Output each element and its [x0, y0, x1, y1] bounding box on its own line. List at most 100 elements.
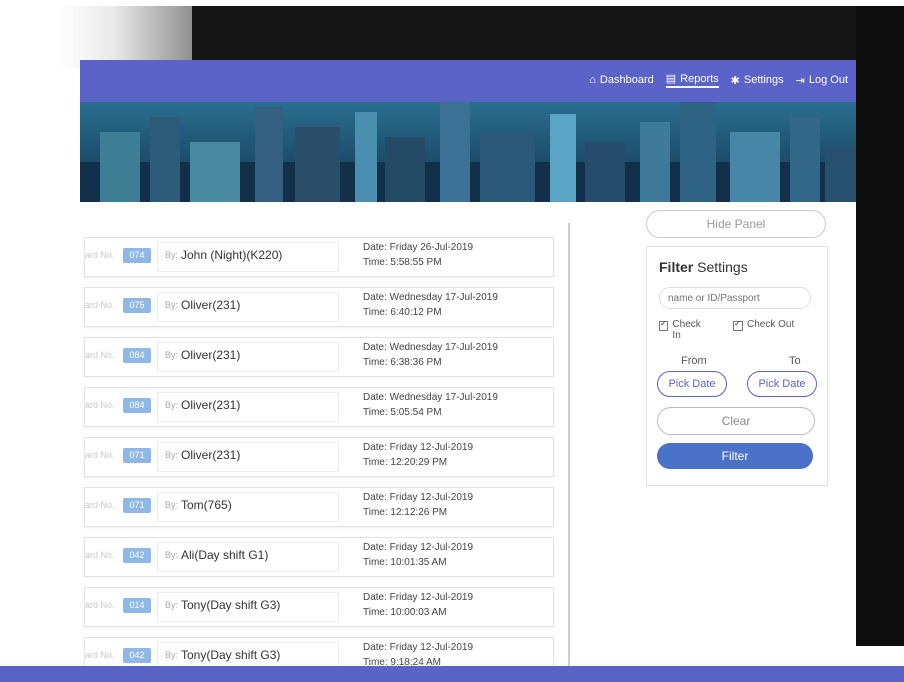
check-out-box [733, 319, 743, 331]
records-list: ard No. 074 By: John (Night)(K220) Date: Fri… [80, 235, 560, 666]
filter-panel: Filter Settings Check In Check Out From … [646, 246, 828, 486]
record-row[interactable]: ard No. 084 By: Oliver(231) Date: Wednesday … [84, 337, 554, 377]
record-row[interactable]: ard No. 071 By: Oliver(231) Date: Friday 12-… [84, 437, 554, 477]
record-row[interactable]: ard No. 042 By: Tony(Day shift G3) Date: Fri… [84, 637, 554, 666]
device-bezel-right [856, 6, 904, 646]
record-by: Oliver(231) [181, 298, 241, 312]
record-by-label: By: [165, 500, 179, 510]
record-date: Date: Friday 12-Jul-2019 [363, 492, 474, 503]
nav-reports-label: Reports [680, 72, 719, 85]
record-no-label: ard No. [85, 450, 115, 460]
record-badge: 071 [123, 448, 151, 463]
file-icon: ▤ [665, 73, 677, 85]
top-navbar: ⌂ Dashboard ▤ Reports ✱ Settings ⇥ Log O… [80, 60, 856, 102]
record-date: Date: Friday 12-Jul-2019 [363, 592, 474, 603]
record-date: Date: Friday 26-Jul-2019 [363, 242, 474, 253]
record-date: Date: Wednesday 17-Jul-2019 [363, 392, 498, 403]
record-row[interactable]: ard No. 014 By: Tony(Day shift G3) Date: Fri… [84, 587, 554, 627]
record-no-label: ard No. [85, 600, 115, 610]
check-out-label: Check Out [747, 319, 795, 330]
device-bezel-top [192, 6, 904, 68]
record-by-label: By: [165, 350, 179, 360]
clear-button[interactable]: Clear [657, 407, 815, 435]
record-row[interactable]: ard No. 071 By: Tom(765) Date: Friday 12-Jul… [84, 487, 554, 527]
record-no-label: ard No. [85, 250, 115, 260]
bezel-glare [58, 6, 198, 68]
record-by-label: By: [165, 550, 179, 560]
record-time: Time: 5:58:55 PM [363, 257, 442, 268]
nav-links: ⌂ Dashboard ▤ Reports ✱ Settings ⇥ Log O… [589, 72, 848, 88]
logout-icon: ⇥ [795, 74, 805, 87]
record-time: Time: 9:18:24 AM [363, 657, 441, 666]
record-time: Time: 5:05:54 PM [363, 407, 442, 418]
record-no-label: ard No. [85, 550, 115, 560]
to-label: To [789, 355, 801, 367]
record-date: Date: Friday 12-Jul-2019 [363, 642, 474, 653]
record-badge: 084 [123, 348, 151, 363]
record-by: Oliver(231) [181, 348, 241, 362]
record-badge: 042 [123, 548, 151, 563]
filter-title-bold: Filter [659, 259, 694, 275]
bottom-bar [0, 666, 904, 682]
nav-logout[interactable]: ⇥ Log Out [796, 72, 848, 88]
record-by: Ali(Day shift G1) [181, 548, 269, 562]
record-by-label: By: [165, 400, 179, 410]
record-time: Time: 12:20:29 PM [363, 457, 448, 468]
nav-reports[interactable]: ▤ Reports [665, 72, 719, 88]
record-badge: 042 [123, 648, 151, 663]
record-by-label: By: [165, 250, 179, 260]
filter-title-rest: Settings [697, 259, 748, 275]
record-time: Time: 12:12:26 PM [363, 507, 448, 518]
record-by-label: By: [165, 450, 179, 460]
record-time: Time: 10:01:35 AM [363, 557, 447, 568]
record-no-label: ard No. [85, 500, 115, 510]
gear-icon: ✱ [730, 74, 740, 87]
record-badge: 014 [123, 598, 151, 613]
record-badge: 075 [123, 298, 151, 313]
nav-logout-label: Log Out [808, 74, 848, 86]
pick-from-date-button[interactable]: Pick Date [657, 371, 727, 397]
home-icon: ⌂ [589, 74, 596, 86]
record-date: Date: Friday 12-Jul-2019 [363, 442, 474, 453]
city-skyline-image [80, 102, 856, 202]
record-date: Date: Friday 12-Jul-2019 [363, 542, 474, 553]
check-out-checkbox[interactable]: Check Out [733, 319, 794, 331]
nav-dashboard[interactable]: ⌂ Dashboard [589, 72, 653, 88]
record-by: Tom(765) [181, 498, 232, 512]
nav-dashboard-label: Dashboard [599, 74, 654, 86]
device-frame: ⌂ Dashboard ▤ Reports ✱ Settings ⇥ Log O… [0, 0, 904, 682]
record-date: Date: Wednesday 17-Jul-2019 [363, 292, 498, 303]
pick-to-date-button[interactable]: Pick Date [747, 371, 817, 397]
record-row[interactable]: ard No. 084 By: Oliver(231) Date: Wednesday … [84, 387, 554, 427]
hide-panel-button[interactable]: Hide Panel [646, 210, 826, 238]
record-badge: 084 [123, 398, 151, 413]
record-time: Time: 10:00:03 AM [363, 607, 447, 618]
record-date: Date: Wednesday 17-Jul-2019 [363, 342, 498, 353]
record-time: Time: 6:40:12 PM [363, 307, 442, 318]
search-input[interactable] [659, 287, 811, 309]
filter-button[interactable]: Filter [657, 443, 813, 469]
record-row[interactable]: ard No. 042 By: Ali(Day shift G1) Date: Frid… [84, 537, 554, 577]
record-no-label: ard No. [85, 650, 115, 660]
record-by: Oliver(231) [181, 448, 241, 462]
check-in-label: Check In [672, 319, 701, 341]
record-time: Time: 6:38:36 PM [363, 357, 442, 368]
record-row[interactable]: ard No. 074 By: John (Night)(K220) Date: Fri… [84, 237, 554, 277]
record-row[interactable]: ard No. 075 By: Oliver(231) Date: Wednesday … [84, 287, 554, 327]
app-screen: ⌂ Dashboard ▤ Reports ✱ Settings ⇥ Log O… [80, 60, 856, 666]
record-badge: 074 [123, 248, 151, 263]
record-by-label: By: [165, 300, 179, 310]
record-by-label: By: [165, 650, 179, 660]
record-no-label: ard No. [85, 300, 115, 310]
nav-settings-label: Settings [743, 74, 784, 86]
record-by-label: By: [165, 600, 179, 610]
filter-title: Filter Settings [659, 259, 748, 275]
record-by: John (Night)(K220) [181, 248, 283, 262]
check-in-checkbox[interactable]: Check In [659, 319, 709, 341]
from-label: From [681, 355, 707, 367]
panel-divider [568, 223, 570, 666]
check-in-box [659, 319, 669, 331]
nav-settings[interactable]: ✱ Settings [731, 72, 784, 88]
city-banner [80, 102, 856, 202]
record-no-label: ard No. [85, 350, 115, 360]
